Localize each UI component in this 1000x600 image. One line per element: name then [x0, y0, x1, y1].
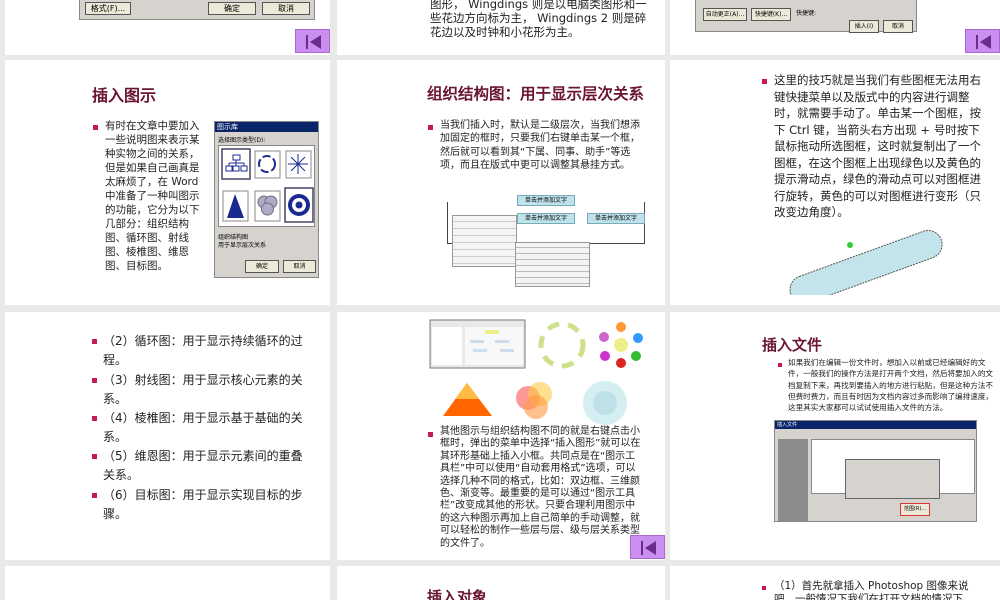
slide-thumbnail[interactable]: 插入文件 如果我们在编辑一份文件时，想加入以前或已经编辑好的文件，一般我们的操作… [670, 312, 1000, 560]
context-menu[interactable] [452, 215, 517, 267]
slide-thumbnail[interactable]: 其他图示与组织结构图不同的就是右键点击小框时，弹出的菜单中选择“插入图形”就可以… [337, 312, 665, 560]
diagram-type-icons[interactable] [219, 146, 316, 228]
slide-title: 插入对象 [427, 588, 488, 600]
ok-button[interactable]: 确定 [208, 2, 256, 15]
shortcut-label: 快捷键: [796, 10, 817, 17]
diagram-type-grid[interactable] [218, 145, 315, 227]
slide-thumbnail[interactable] [5, 566, 330, 600]
bullet-icon [92, 493, 97, 498]
first-slide-nav-icon[interactable] [630, 535, 665, 559]
list-item: （6）目标图：用于显示实现目标的步骤。 [103, 488, 303, 521]
bullet-icon [93, 125, 98, 130]
autocorrect-button[interactable]: 自动更正(A)... [703, 8, 747, 21]
org-node[interactable]: 单击并添加文字 [517, 213, 575, 224]
slide-thumbnail[interactable]: 自动更正(A)... 快捷键(K)... 快捷键: 插入(I) 取消 [670, 0, 1000, 55]
diagram-examples-collage [429, 319, 643, 425]
bullet-icon [92, 378, 97, 383]
bullet-icon [778, 363, 782, 367]
rotated-shape-illustration [789, 229, 943, 295]
ok-button[interactable]: 确定 [245, 260, 279, 273]
format-button[interactable]: 格式(F)... [85, 2, 131, 15]
slide-thumbnail[interactable]: 图形， Wingdings 则是以电脑类图形和一些花边方向标为主， Wingdi… [337, 0, 665, 55]
diagram-desc: 用于显示层次关系 [218, 242, 267, 249]
symbol-dialog: 自动更正(A)... 快捷键(K)... 快捷键: 插入(I) 取消 [695, 0, 917, 33]
bullet-icon [428, 125, 433, 130]
cancel-button[interactable]: 取消 [883, 20, 913, 33]
places-bar[interactable] [778, 439, 808, 521]
org-node[interactable]: 单击并添加文字 [587, 213, 645, 224]
submenu[interactable] [515, 242, 590, 287]
slide-text: 图形， Wingdings 则是以电脑类图形和一些花边方向标为主， Wingdi… [430, 0, 647, 39]
first-slide-nav-icon[interactable] [295, 29, 330, 53]
dialog-titlebar: 图示库 [215, 122, 318, 132]
insert-button[interactable]: 插入(I) [849, 20, 879, 33]
bullet-icon [762, 79, 767, 84]
org-node[interactable]: 单击并添加文字 [517, 195, 575, 206]
org-chart-screenshot: 单击并添加文字 单击并添加文字 单击并添加文字 [447, 195, 647, 287]
slide-text: 这里的技巧就是当我们有些图框无法用右键快捷菜单以及版式中的内容进行调整时，就需要… [774, 73, 981, 219]
diagram-gallery-dialog: 图示库 选择图示类型(D): 组织结构图 用于显示层次关系 确定 取消 [214, 121, 319, 278]
bullet-icon [428, 432, 433, 437]
bullet-icon [92, 416, 97, 421]
cancel-button[interactable]: 取消 [262, 2, 310, 15]
radial-icon [288, 154, 308, 174]
format-dialog: 格式(F)... 确定 取消 [79, 0, 315, 20]
slide-thumbnail[interactable]: 格式(F)... 确定 取消 [5, 0, 330, 55]
slide-text: 如果我们在编辑一份文件时，想加入以前或已经编辑好的文件，一般我们的操作方法是打开… [788, 358, 994, 413]
slide-thumbnail[interactable]: （2）循环图：用于显示持续循环的过程。 （3）射线图：用于显示核心元素的关系。 … [5, 312, 330, 560]
cancel-button[interactable]: 取消 [283, 260, 316, 273]
list-item: （5）维恩图：用于显示元素间的重叠关系。 [103, 449, 303, 482]
slide-thumbnail[interactable]: 插入对象 [337, 566, 665, 600]
dialog-prompt: 选择图示类型(D): [218, 137, 266, 144]
rotate-handle-icon [847, 242, 853, 248]
dialog-titlebar: 插入文件 [775, 421, 976, 429]
shortcut-button[interactable]: 快捷键(K)... [751, 8, 791, 21]
first-slide-nav-icon[interactable] [965, 29, 1000, 53]
range-button[interactable]: 范围(R)... [900, 503, 930, 516]
slide-text: 有时在文章中要加入一些说明图来表示某种实物之间的关系，但是如果自己画真是太麻烦了… [105, 120, 200, 272]
slide-thumbnail[interactable]: （1）首先就拿插入 Photoshop 图像来说吧，一般情况下我们在打开文档的情… [670, 566, 1000, 600]
slide-text: 当我们插入时，默认是二级层次，当我们想添加固定的框时，只要我们右键单击某一个框，… [440, 120, 640, 171]
list-item: （3）射线图：用于显示核心元素的关系。 [103, 373, 303, 406]
list-item: （2）循环图：用于显示持续循环的过程。 [103, 334, 303, 367]
bullet-icon [762, 586, 766, 590]
list-item: （4）棱椎图：用于显示基于基础的关系。 [103, 411, 303, 444]
slide-title: 插入文件 [762, 336, 823, 354]
slide-thumbnail[interactable]: 插入图示 有时在文章中要加入一些说明图来表示某种实物之间的关系，但是如果自己画真… [5, 60, 330, 305]
range-dialog [845, 459, 940, 499]
insert-file-dialog: 插入文件 范围(R)... [774, 420, 977, 522]
slide-title: 插入图示 [92, 86, 157, 105]
slide-thumbnail[interactable]: 这里的技巧就是当我们有些图框无法用右键快捷菜单以及版式中的内容进行调整时，就需要… [670, 60, 1000, 305]
slide-title: 组织结构图：用于显示层次关系 [427, 84, 645, 103]
bullet-icon [92, 339, 97, 344]
bullet-icon [92, 454, 97, 459]
slide-thumbnail[interactable]: 组织结构图：用于显示层次关系 当我们插入时，默认是二级层次，当我们想添加固定的框… [337, 60, 665, 305]
target-icon [288, 194, 310, 216]
slide-text: 其他图示与组织结构图不同的就是右键点击小框时，弹出的菜单中选择“插入图形”就可以… [440, 426, 641, 549]
slide-text: （1）首先就拿插入 Photoshop 图像来说吧，一般情况下我们在打开文档的情… [774, 580, 969, 600]
